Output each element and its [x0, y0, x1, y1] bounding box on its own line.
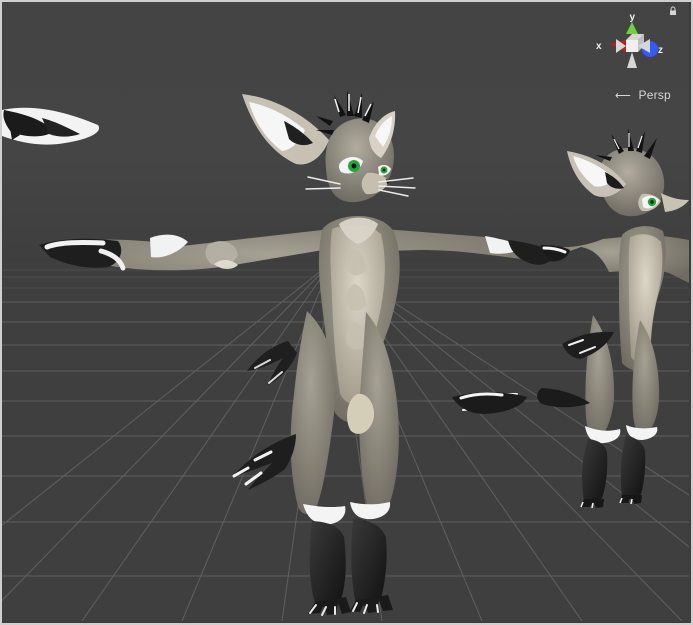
tail-fragment: [2, 107, 100, 145]
scene-render: [2, 90, 689, 621]
svg-text:y: y: [630, 12, 636, 23]
lock-icon[interactable]: [668, 6, 678, 16]
projection-toggle[interactable]: ⟵ Persp: [615, 88, 671, 103]
svg-text:z: z: [658, 45, 663, 56]
svg-text:x: x: [596, 41, 602, 52]
gizmo-center-cube[interactable]: [626, 34, 644, 52]
projection-label: Persp: [638, 88, 671, 102]
persp-toggle-icon: ⟵: [615, 90, 631, 102]
orientation-gizmo[interactable]: y x z: [592, 10, 672, 82]
y-axis-handle[interactable]: y: [626, 12, 638, 34]
scene-viewport[interactable]: y x z ⟵ Persp: [2, 2, 689, 621]
